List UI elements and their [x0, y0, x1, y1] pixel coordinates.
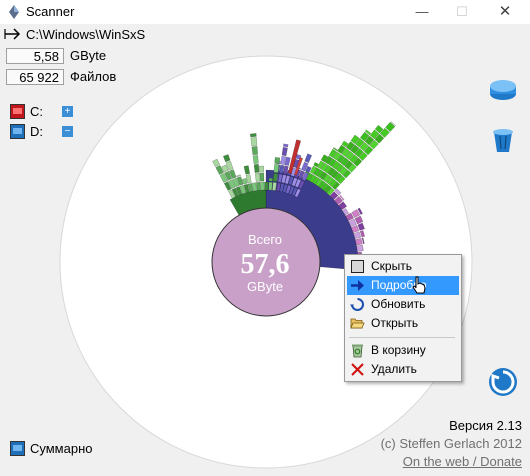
hide-icon	[351, 260, 364, 273]
segment-lightgreen-ray[interactable]	[274, 157, 281, 165]
menu-item-delete[interactable]: Удалить	[347, 360, 459, 379]
web-donate-link[interactable]: On the web / Donate	[403, 454, 522, 469]
refresh-view-icon[interactable]	[487, 366, 519, 398]
copyright-text: (c) Steffen Gerlach 2012	[380, 436, 522, 451]
menu-separator	[349, 337, 455, 338]
hand-cursor-icon	[412, 276, 426, 294]
segment-lightgreen-ray[interactable]	[255, 181, 261, 191]
summary-label: Суммарно	[30, 441, 93, 456]
segment-lightgreen-ray[interactable]	[252, 155, 259, 165]
drive-d-collapse-button[interactable]: −	[62, 126, 73, 137]
delete-icon	[351, 363, 364, 376]
version-text: Версия 2.13	[449, 418, 522, 433]
menu-item-open[interactable]: Открыть	[347, 314, 459, 333]
recycle-bin-icon	[352, 344, 363, 358]
segment-lightgreen-ray[interactable]	[250, 133, 257, 138]
segment-lightgreen-ray[interactable]	[272, 173, 279, 182]
menu-item-delete-label: Удалить	[371, 362, 417, 376]
drive-c-label: C:	[30, 104, 43, 119]
menu-item-refresh[interactable]: Обновить	[347, 295, 459, 314]
center-label-top: Всего	[248, 232, 282, 247]
menu-item-recycle-label: В корзину	[371, 343, 426, 357]
summary-icon	[10, 441, 25, 456]
segment-lightgreen-ray[interactable]	[268, 177, 274, 182]
segment-pink-ray[interactable]	[354, 237, 363, 246]
drive-d-icon	[10, 124, 25, 139]
details-arrow-icon	[351, 280, 364, 291]
segment-lightgreen-ray[interactable]	[273, 164, 280, 174]
folder-open-icon	[350, 318, 365, 329]
drive-c-expand-button[interactable]: +	[62, 106, 73, 117]
refresh-icon	[350, 298, 364, 311]
segment-lightgreen-ray[interactable]	[268, 181, 273, 191]
menu-item-recycle[interactable]: В корзину	[347, 341, 459, 360]
menu-item-hide-label: Скрыть	[371, 259, 412, 273]
drive-view-icon[interactable]	[487, 74, 519, 106]
segment-purple-ray[interactable]	[283, 143, 289, 148]
segment-lightgreen-ray[interactable]	[264, 181, 269, 191]
segment-lightgreen-ray[interactable]	[259, 165, 265, 173]
drive-c-icon	[10, 104, 25, 119]
drive-d-label: D:	[30, 124, 43, 139]
center-value: 57,6	[241, 249, 290, 280]
menu-item-open-label: Открыть	[371, 316, 419, 330]
context-menu: Скрыть Подробно Обновить Открыть В корзи…	[344, 254, 462, 382]
recycle-bin-view-icon[interactable]	[487, 124, 519, 156]
menu-item-refresh-label: Обновить	[371, 297, 426, 311]
segment-lightgreen-ray[interactable]	[251, 146, 258, 156]
menu-item-details[interactable]: Подробно	[347, 276, 459, 295]
segment-lightgreen-ray[interactable]	[259, 172, 265, 182]
menu-item-hide[interactable]: Скрыть	[347, 257, 459, 276]
segment-lightgreen-ray[interactable]	[260, 181, 265, 191]
sunburst-chart[interactable]: Всего 57,6 GByte	[0, 0, 530, 476]
segment-pink-ray[interactable]	[356, 244, 364, 252]
segment-lightgreen-ray[interactable]	[250, 137, 258, 147]
center-label-bottom: GByte	[247, 279, 283, 294]
segment-lightgreen-ray[interactable]	[253, 164, 260, 173]
segment-lightgreen-ray[interactable]	[254, 172, 261, 182]
segment-lightgreen-ray[interactable]	[272, 182, 277, 191]
